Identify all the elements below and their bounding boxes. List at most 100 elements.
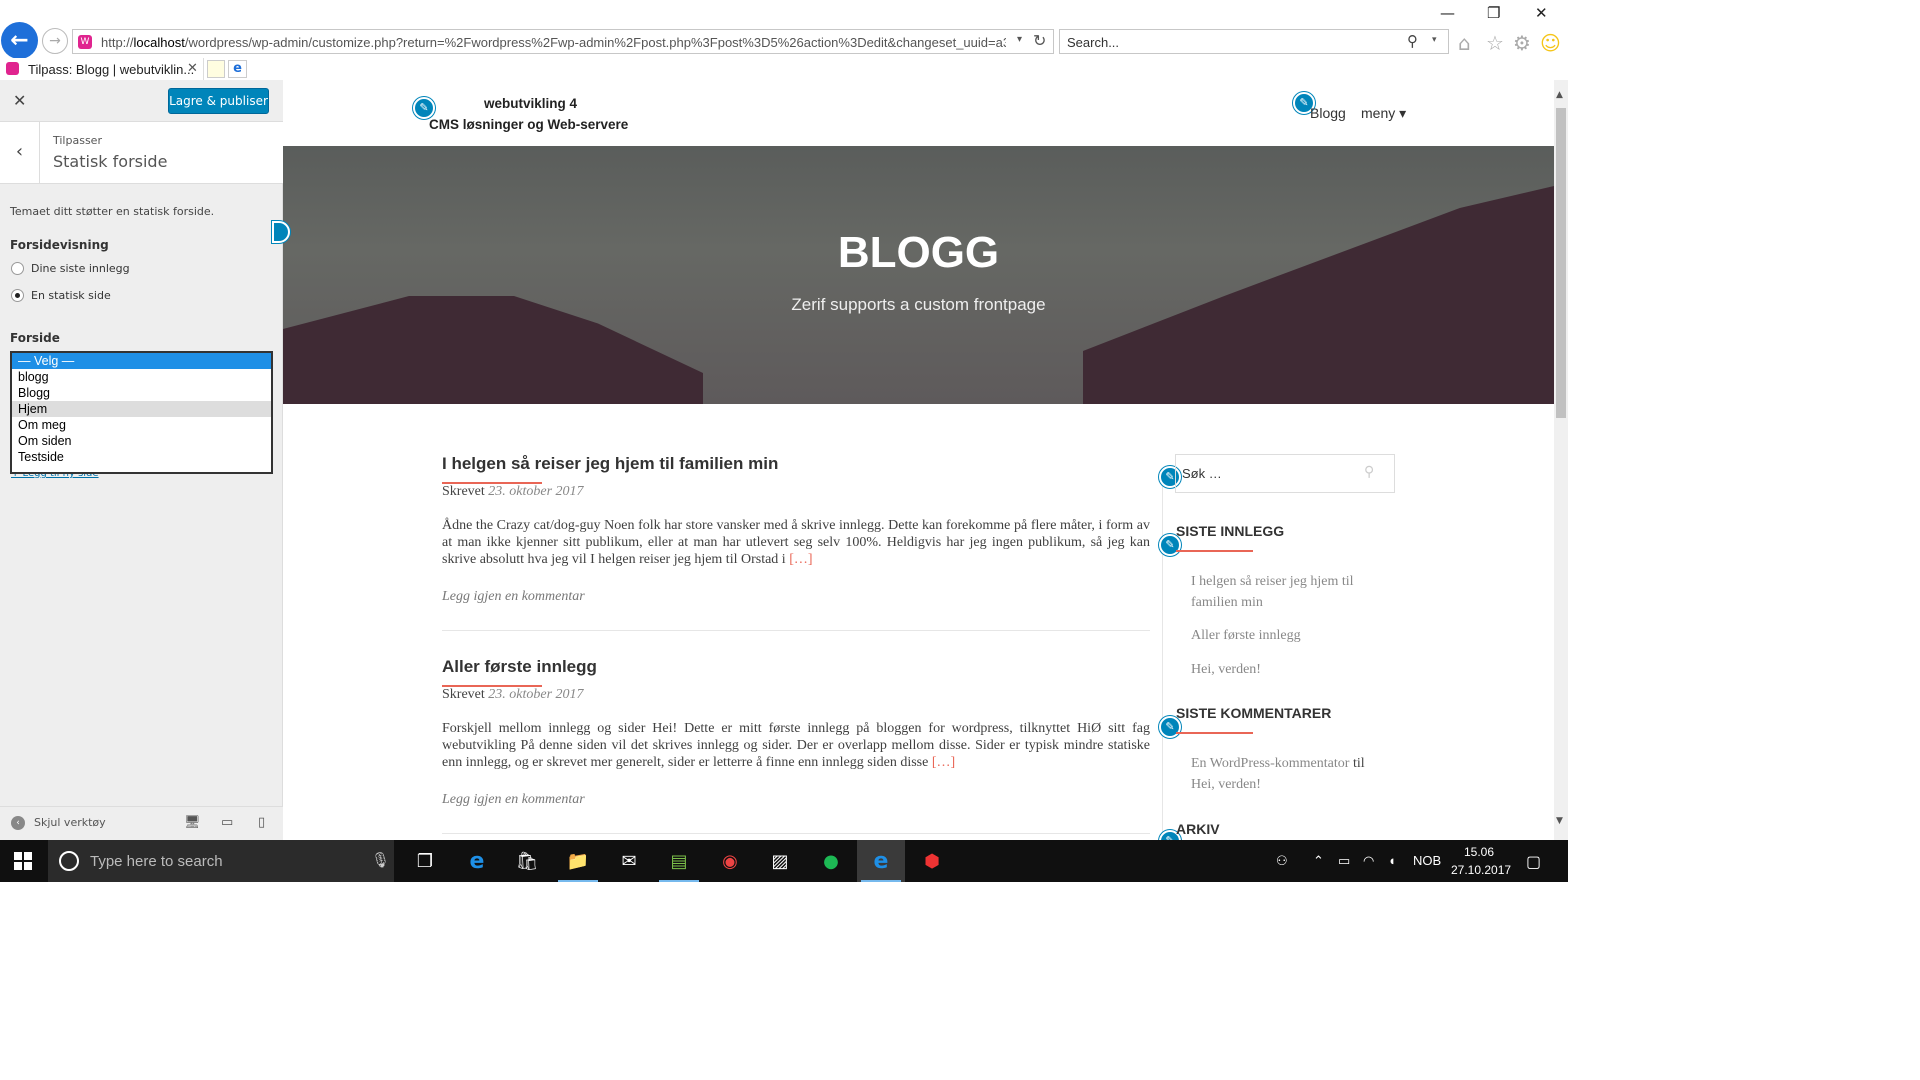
settings-gear-icon[interactable]: ⚙	[1513, 31, 1531, 55]
scroll-down-icon[interactable]: ▼	[1556, 816, 1563, 826]
address-url[interactable]: http://localhost/wordpress/wp-admin/cust…	[101, 35, 1006, 50]
preview-scrollbar[interactable]: ▲ ▼	[1554, 80, 1568, 840]
notepad-plus-icon[interactable]: ▤	[655, 840, 703, 882]
section-title: Statisk forside	[53, 152, 168, 171]
dropdown-option[interactable]: Blogg	[12, 385, 271, 401]
wifi-icon[interactable]: ◠	[1363, 853, 1374, 869]
recent-post-link[interactable]: I helgen så reiser jeg hjem til familien…	[1191, 571, 1391, 613]
ie-tab-icon[interactable]: e	[228, 60, 247, 78]
post-title-1[interactable]: I helgen så reiser jeg hjem til familien…	[442, 454, 778, 474]
mail-icon[interactable]: ✉	[605, 840, 653, 882]
radio-static-page[interactable]	[11, 289, 24, 302]
radio-latest-posts[interactable]	[11, 262, 24, 275]
leave-comment-link-1[interactable]: Legg igjen en kommentar	[442, 589, 585, 605]
menu-item-blogg[interactable]: Blogg	[1310, 105, 1346, 121]
close-customizer-icon[interactable]: ✕	[13, 91, 26, 110]
mobile-preview-icon[interactable]: ▯	[258, 815, 265, 830]
tray-chevron-icon[interactable]: ⌃	[1313, 853, 1324, 869]
arrow-left-icon: ←	[10, 28, 29, 53]
recent-post-link[interactable]: Hei, verden!	[1191, 659, 1391, 680]
post-date-2[interactable]: 23. oktober 2017	[488, 687, 583, 702]
close-window-icon[interactable]: ✕	[1535, 4, 1548, 22]
address-dropdown-icon[interactable]: ▾	[1017, 34, 1022, 45]
file-explorer-icon[interactable]: 📁	[554, 840, 602, 882]
dropdown-option[interactable]: blogg	[12, 369, 271, 385]
restore-icon[interactable]: ❐	[1487, 4, 1500, 22]
hide-controls-label[interactable]: Skjul verktøy	[34, 816, 106, 829]
save-publish-button[interactable]: Lagre & publiser	[168, 88, 269, 114]
edit-site-title-icon[interactable]: ✎	[413, 97, 435, 119]
browser-search-box[interactable]: Search... ⚲ ▾	[1059, 29, 1449, 54]
post-meta-prefix: Skrevet	[442, 687, 489, 702]
people-icon[interactable]: ⚇	[1276, 853, 1288, 869]
action-center-icon[interactable]: ▢	[1526, 852, 1541, 871]
search-icon[interactable]: ⚲	[1407, 32, 1418, 50]
new-tab-icon[interactable]	[207, 60, 225, 78]
taskbar-search-box[interactable]: Type here to search 🎙	[48, 840, 394, 882]
post-divider	[442, 630, 1150, 631]
archive-title: ARKIV	[1176, 821, 1220, 837]
task-view-icon[interactable]: ❐	[401, 840, 449, 882]
read-more-link-1[interactable]: […]	[789, 552, 812, 567]
battery-icon[interactable]: ▭	[1338, 853, 1350, 869]
arrow-right-icon: →	[49, 33, 61, 49]
post-date-1[interactable]: 23. oktober 2017	[488, 484, 583, 499]
dropdown-option[interactable]: Testside	[12, 449, 271, 465]
hero-banner: BLOGG Zerif supports a custom frontpage	[283, 146, 1554, 404]
edge-browser-icon[interactable]: e	[453, 840, 501, 882]
desktop-preview-icon[interactable]: 🖥	[184, 815, 201, 830]
volume-icon[interactable]: ◖	[1388, 853, 1396, 868]
tablet-preview-icon[interactable]: ▭	[221, 815, 233, 830]
post-title-2[interactable]: Aller første innlegg	[442, 657, 597, 677]
scroll-up-icon[interactable]: ▲	[1556, 90, 1563, 100]
comment-post-link[interactable]: Hei, verden!	[1191, 777, 1261, 792]
radio-latest-label[interactable]: Dine siste innlegg	[31, 262, 130, 275]
language-indicator[interactable]: NOB	[1413, 853, 1441, 868]
browser-search-placeholder: Search...	[1067, 35, 1120, 50]
dropdown-option[interactable]: Hjem	[12, 401, 271, 417]
scroll-thumb[interactable]	[1556, 108, 1566, 418]
brave-icon[interactable]: ⬢	[908, 840, 956, 882]
url-path: /wordpress/wp-admin/customize.php?return…	[184, 35, 1006, 50]
leave-comment-link-2[interactable]: Legg igjen en kommentar	[442, 792, 585, 808]
hide-controls-icon[interactable]: ‹	[11, 816, 25, 830]
menu-item-meny[interactable]: meny ▾	[1361, 105, 1406, 122]
dropdown-option[interactable]: — Velg —	[12, 353, 271, 369]
browser-tab-active[interactable]: Tilpass: Blogg | webutviklin... ✕	[0, 58, 204, 80]
smiley-feedback-icon[interactable]: ☺	[1540, 31, 1561, 55]
radio-static-label[interactable]: En statisk side	[31, 289, 111, 302]
minimize-icon[interactable]: —	[1440, 4, 1455, 22]
clock-time[interactable]: 15.06	[1464, 845, 1494, 859]
favorites-star-icon[interactable]: ☆	[1486, 31, 1504, 55]
chrome-icon[interactable]: ◉	[706, 840, 754, 882]
taskbar-search-placeholder: Type here to search	[90, 853, 223, 870]
read-more-link-2[interactable]: […]	[932, 755, 955, 770]
photos-icon[interactable]: ▨	[756, 840, 804, 882]
back-button[interactable]: ←	[1, 22, 38, 59]
back-chevron-icon[interactable]: ‹	[0, 122, 40, 184]
address-bar[interactable]: W http://localhost/wordpress/wp-admin/cu…	[72, 29, 1054, 54]
dropdown-option[interactable]: Om meg	[12, 417, 271, 433]
recent-posts-title: SISTE INNLEGG	[1176, 523, 1285, 539]
widget-title-underline	[1176, 550, 1253, 552]
recent-post-link[interactable]: Aller første innlegg	[1191, 625, 1391, 646]
widget-search-input[interactable]: Søk … ⚲	[1175, 454, 1395, 493]
forward-button[interactable]: →	[42, 28, 68, 54]
spotify-icon[interactable]: ●	[807, 840, 855, 882]
home-icon[interactable]: ⌂	[1458, 31, 1471, 55]
internet-explorer-icon[interactable]: e	[857, 840, 905, 882]
recent-comment-item: En WordPress-kommentator til Hei, verden…	[1191, 753, 1391, 795]
dropdown-option[interactable]: Om siden	[12, 433, 271, 449]
windows-start-icon[interactable]	[14, 852, 33, 871]
search-dropdown-icon[interactable]: ▾	[1432, 35, 1437, 45]
comment-author-link[interactable]: En WordPress-kommentator	[1191, 756, 1349, 771]
microphone-icon[interactable]: 🎙	[371, 851, 390, 869]
frontpage-dropdown-list[interactable]: — Velg — blogg Blogg Hjem Om meg Om siden Test…	[11, 352, 272, 473]
refresh-icon[interactable]: ↻	[1033, 31, 1046, 50]
site-title[interactable]: webutvikling 4	[484, 96, 577, 111]
post-divider	[442, 833, 1150, 834]
store-bag-icon[interactable]: 🛍	[503, 840, 551, 882]
search-icon[interactable]: ⚲	[1364, 464, 1374, 480]
tab-close-icon[interactable]: ✕	[187, 61, 198, 76]
clock-date[interactable]: 27.10.2017	[1451, 863, 1511, 877]
